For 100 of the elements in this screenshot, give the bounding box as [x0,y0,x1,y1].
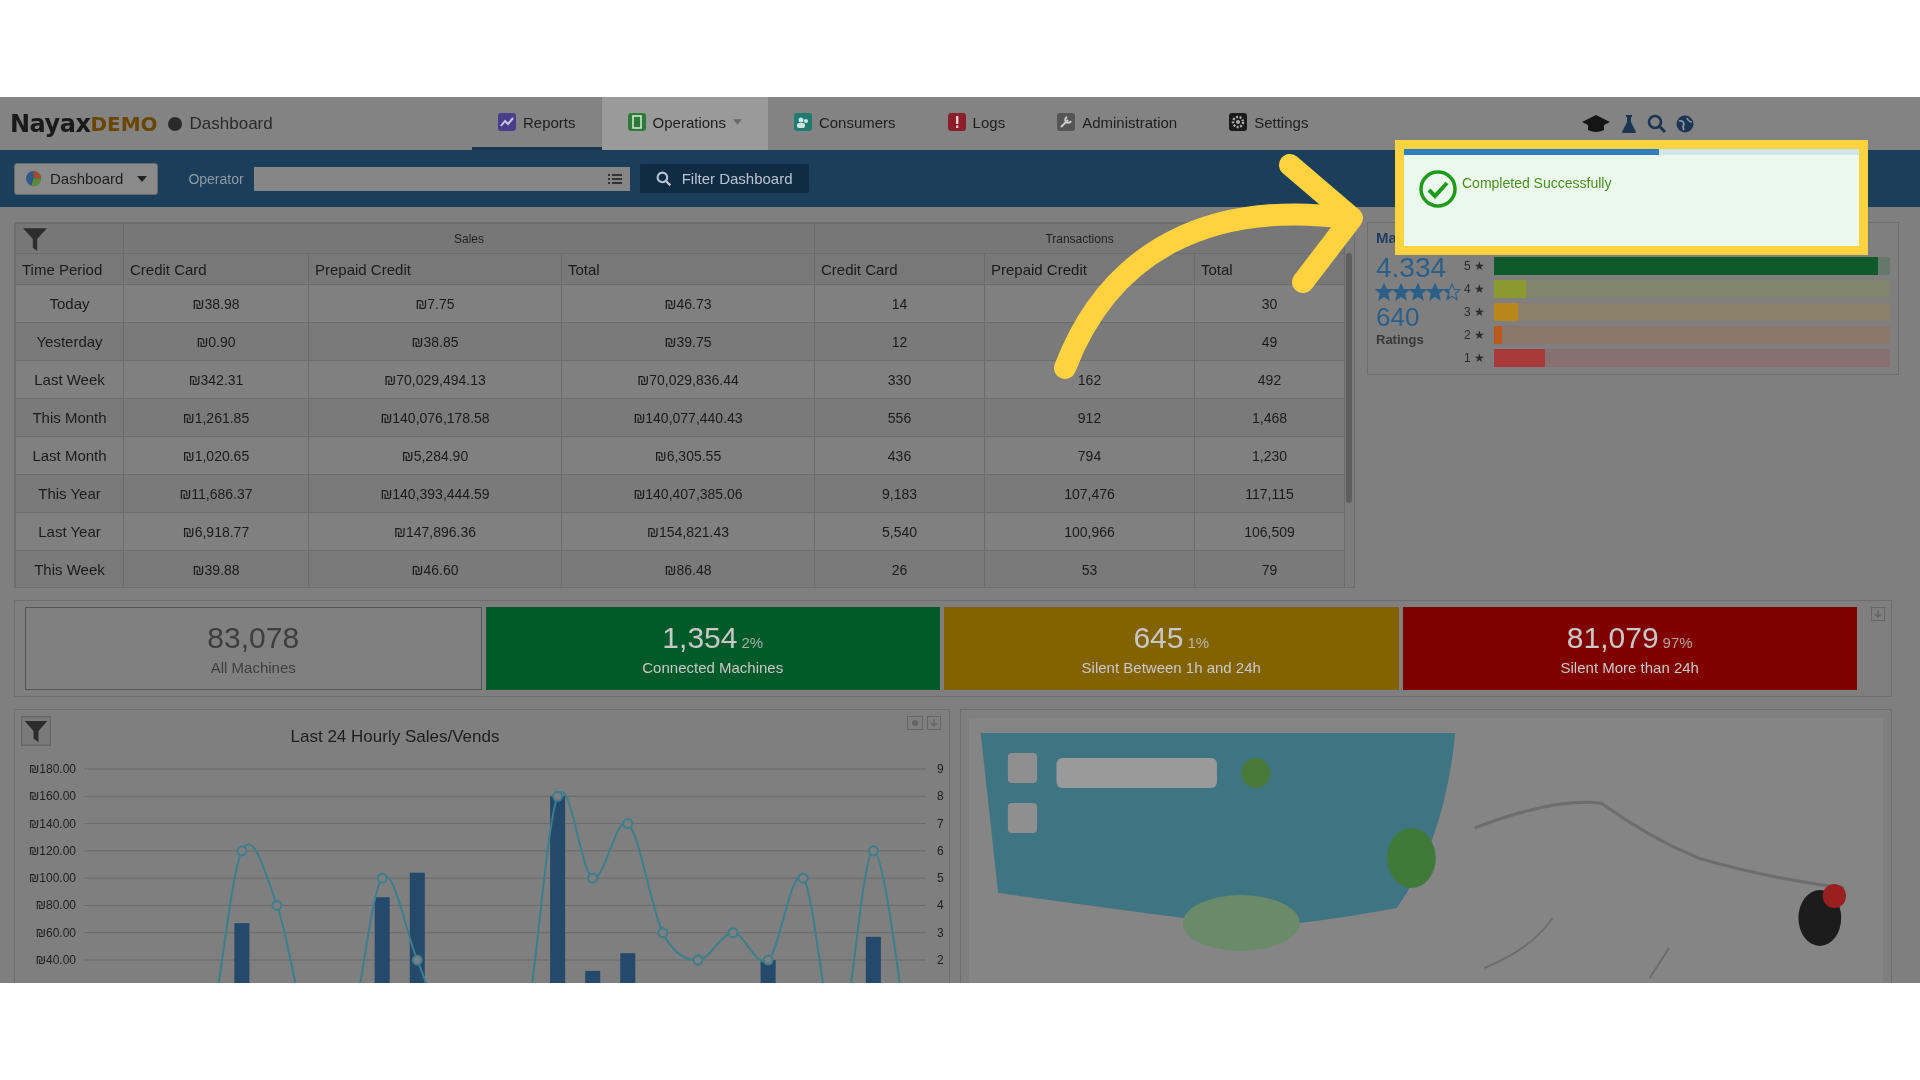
axis-tick-label: 2 [937,953,944,967]
chart-bar [585,970,601,983]
filter-icon[interactable] [21,716,51,746]
list-icon [607,172,622,185]
table-cell: ₪11,686.37 [179,485,253,502]
table-cell: ₪5,284.90 [401,447,469,464]
chart-point [867,845,879,857]
machine-status-card[interactable]: 83,078 All Machines [25,607,482,690]
table-cell: ₪38.98 [192,295,240,312]
machine-percent: 2% [741,634,764,651]
pie-chart-icon [25,170,42,187]
scrollbar[interactable] [1346,253,1352,503]
table-cell: 106,509 [1244,523,1295,540]
chart-title: Last 24 Hourly Sales/Vends [290,727,500,746]
operator-field[interactable] [253,166,630,191]
axis-tick-label: ₪180.00 [29,762,76,776]
axis-tick-label: 6 [937,843,944,858]
star-icon [1376,284,1392,300]
ratings-label: Ratings [1376,331,1425,347]
table-cell: Last Month [32,447,107,464]
chart-bar [234,923,250,983]
machine-status-card[interactable]: 81,079 97% Silent More than 24h [1402,607,1857,690]
toast-message: Completed Successfully [1462,175,1612,191]
chart-point [622,818,634,830]
machine-percent: 1% [1187,634,1210,651]
star-level-label: 1 ★ [1464,351,1486,365]
nav-tab[interactable]: Logs [921,97,1032,150]
table-cell: ₪70,029,836.44 [637,371,739,388]
table-cell: ₪39.88 [192,561,240,578]
axis-tick-label: ₪60.00 [35,925,76,940]
column-header[interactable]: Total [1201,260,1233,278]
brand-suffix: DEMO [90,111,158,136]
machine-status-label: Connected Machines [642,659,784,676]
star-icon [1393,284,1409,300]
table-cell: 26 [891,561,908,578]
chart-point [376,872,388,884]
table-cell: This Year [38,485,101,502]
nav-tab[interactable]: Administration [1031,97,1204,150]
table-cell: ₪140,393,444.59 [380,485,490,502]
people-icon [793,113,812,131]
chart-point [727,927,739,939]
table-cell: 330 [887,371,912,388]
table-cell: ₪6,918.77 [182,523,250,540]
table-cell: ₪6,305.55 [654,447,722,464]
filter-dashboard-button[interactable]: Filter Dashboard [639,164,809,193]
machine-status-label: Silent More than 24h [1560,659,1699,676]
ratings-count: 640 [1376,303,1421,330]
filter-icon[interactable] [22,225,48,252]
table-cell: ₪46.60 [411,561,459,578]
caret-icon [732,119,742,125]
star-icon [1427,284,1443,300]
column-header[interactable]: Total [568,260,600,278]
table-cell: 912 [1077,409,1102,426]
caret-icon [137,175,148,182]
dashboard-dropdown[interactable]: Dashboard [14,162,159,195]
chart-point [411,954,423,966]
table-cell: 53 [1081,561,1098,578]
chart-point [587,872,599,884]
chart-point [797,872,809,884]
table-cell: ₪86.48 [664,561,712,578]
column-group-header: Sales [454,231,484,246]
operator-label: Operator [188,170,244,187]
table-cell: 30 [1261,295,1278,312]
table-cell: ₪1,261.85 [182,409,250,426]
axis-tick-label: ₪80.00 [35,898,76,913]
rating-score: 4.334 [1376,254,1448,282]
table-cell: ₪140,407,385.06 [633,485,743,502]
table-cell: 79 [1261,561,1278,578]
nav-tab[interactable]: Settings [1203,97,1335,150]
table-cell: 100,966 [1064,523,1115,540]
star-level-label: 5 ★ [1464,259,1486,273]
table-cell: 1,468 [1251,409,1287,426]
chart-point [552,790,564,802]
nav-tab[interactable]: Consumers [767,97,922,150]
table-cell: ₪154,821.43 [647,523,729,540]
axis-tick-label: 9 [937,762,944,776]
table-cell: 794 [1077,447,1102,464]
machine-percent: 97% [1662,634,1693,651]
chart-point [271,899,283,911]
search-icon[interactable] [1647,113,1667,134]
table-cell: 436 [887,447,912,464]
machine-status-label: All Machines [210,659,296,676]
flask-icon[interactable] [1619,113,1639,134]
machine-status-card[interactable]: 645 1% Silent Between 1h and 24h [944,607,1399,690]
column-group-header: Transactions [1045,231,1114,246]
star-level-label: 3 ★ [1464,305,1486,319]
clipboard-icon [627,113,646,131]
graduation-cap-icon[interactable] [1581,113,1611,134]
table-cell: Last Week [34,371,105,388]
search-icon [655,170,672,187]
star-icon [1410,284,1426,300]
table-cell: ₪342.31 [188,371,244,388]
star-icon [1444,284,1460,300]
table-cell: ₪147,896.36 [394,523,476,540]
brand-logo: Nayax [10,109,91,138]
machine-status-card[interactable]: 1,354 2% Connected Machines [485,607,940,690]
alert-icon [947,113,966,131]
nav-tab[interactable]: Operations [601,97,768,150]
globe-icon[interactable] [1675,113,1695,134]
axis-tick-label: ₪120.00 [29,843,76,858]
